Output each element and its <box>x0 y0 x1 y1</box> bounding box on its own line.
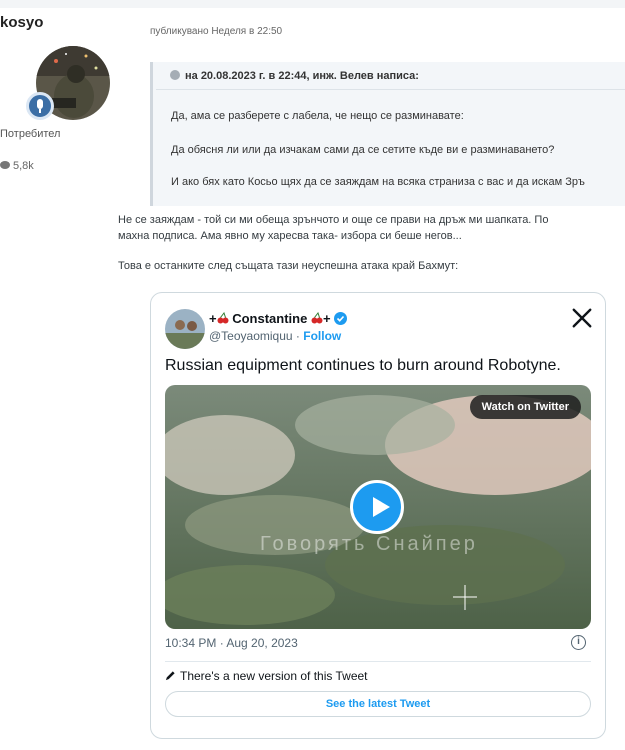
info-icon[interactable]: i <box>571 635 586 650</box>
quote-header-text: на 20.08.2023 г. в 22:44, инж. Велев нап… <box>185 70 419 82</box>
top-bar <box>0 0 625 8</box>
name-suffix: + <box>322 311 331 326</box>
video-watermark: Говорять Снайпер <box>260 533 478 555</box>
new-version-text: There's a new version of this Tweet <box>180 669 368 683</box>
play-icon <box>373 497 390 517</box>
embedded-tweet[interactable]: + Constantine + @Teoyaomiquu · Follow Ru… <box>150 292 606 739</box>
post-count-value: 5,8k <box>13 160 34 172</box>
tweet-author-name[interactable]: + Constantine + <box>209 311 348 326</box>
post-paragraph: Това е останките след същата тази неуспе… <box>118 260 459 272</box>
tweet-handle-row: @Teoyaomiquu · Follow <box>209 329 341 343</box>
tweet-handle[interactable]: @Teoyaomiquu <box>209 329 293 343</box>
quote-line: Да, ама се разберете с лабела, че нещо с… <box>171 110 464 122</box>
tweet-display-name: Constantine <box>232 311 308 326</box>
divider <box>165 661 591 662</box>
pen-icon <box>165 671 175 681</box>
watch-on-twitter-button[interactable]: Watch on Twitter <box>469 395 581 419</box>
post-paragraph: Не се заяждам - той си ми обеща зрънчото… <box>118 214 549 226</box>
quote-line: Да обясня ли или да изчакам сами да се с… <box>171 144 555 156</box>
see-latest-tweet-button[interactable]: See the latest Tweet <box>165 691 591 717</box>
author-avatar[interactable] <box>26 46 110 120</box>
verified-badge-icon <box>334 312 348 325</box>
x-logo-icon[interactable] <box>571 307 593 329</box>
quote-line: И ако бях като Косьо щях да се заяждам н… <box>171 176 585 188</box>
author-name[interactable]: kosyo <box>0 14 140 31</box>
tweet-video[interactable]: Watch on Twitter Говорять Снайпер <box>165 385 591 629</box>
author-title: Потребител <box>0 128 61 140</box>
author-post-count: 5,8k <box>0 160 140 172</box>
quote-header[interactable]: на 20.08.2023 г. в 22:44, инж. Велев нап… <box>156 62 625 90</box>
quote-icon <box>170 70 180 80</box>
post-paragraph: махна подписа. Ама явно му харесва така-… <box>118 230 462 242</box>
post-meta[interactable]: публикувано Неделя в 22:50 <box>150 26 282 37</box>
play-button[interactable] <box>350 480 404 534</box>
separator: · <box>295 329 300 343</box>
cherry-icon <box>311 311 323 324</box>
speech-bubble-icon <box>0 161 10 169</box>
cherry-icon <box>217 311 229 324</box>
quote-block: на 20.08.2023 г. в 22:44, инж. Велев нап… <box>150 62 625 206</box>
follow-link[interactable]: Follow <box>303 329 341 343</box>
tweet-timestamp[interactable]: 10:34 PM · Aug 20, 2023 <box>165 636 298 650</box>
tweet-avatar[interactable] <box>165 309 205 349</box>
rank-badge-icon <box>26 92 54 120</box>
new-version-notice[interactable]: There's a new version of this Tweet <box>165 669 368 683</box>
tweet-text: Russian equipment continues to burn arou… <box>165 357 561 374</box>
name-prefix: + <box>209 311 217 326</box>
